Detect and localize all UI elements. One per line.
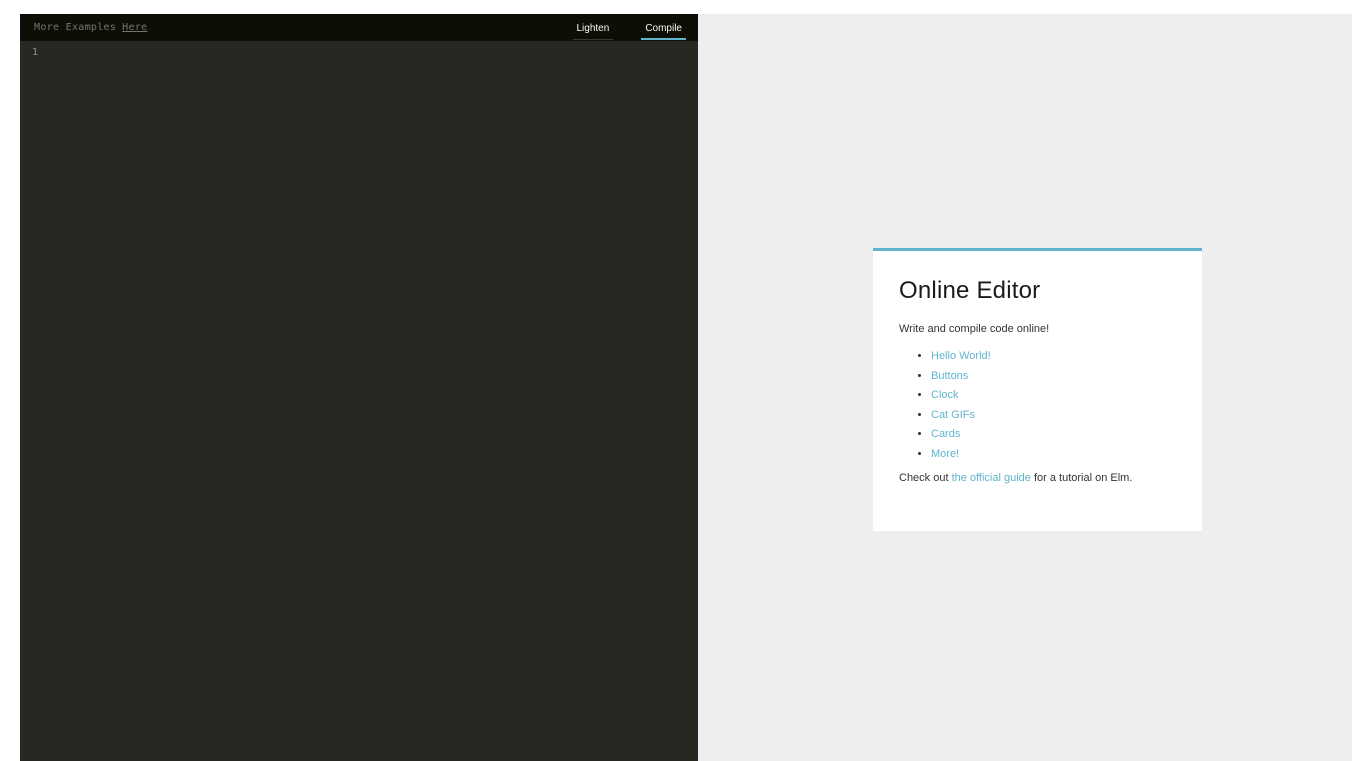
outro-text-before: Check out — [899, 472, 952, 484]
card-outro: Check out the official guide for a tutor… — [899, 472, 1176, 484]
list-item: More! — [931, 445, 1176, 465]
example-link-cards[interactable]: Cards — [931, 428, 960, 440]
lighten-button[interactable]: Lighten — [572, 14, 614, 41]
editor-actions: Lighten Compile — [572, 14, 686, 41]
welcome-card: Online Editor Write and compile code onl… — [873, 248, 1202, 531]
code-editor-pane: More Examples Here Lighten Compile 1 — [20, 14, 698, 761]
official-guide-link[interactable]: the official guide — [952, 472, 1031, 484]
app-frame: More Examples Here Lighten Compile 1 Onl… — [20, 14, 1352, 761]
line-number: 1 — [32, 47, 39, 58]
output-pane: Online Editor Write and compile code onl… — [698, 14, 1352, 761]
examples-hint: More Examples Here — [34, 22, 147, 33]
example-link-buttons[interactable]: Buttons — [931, 370, 968, 382]
example-link-more[interactable]: More! — [931, 448, 959, 460]
card-intro: Write and compile code online! — [899, 323, 1050, 335]
editor-header: More Examples Here Lighten Compile — [20, 14, 698, 41]
example-link-clock[interactable]: Clock — [931, 389, 959, 401]
outro-text-after: for a tutorial on Elm. — [1030, 472, 1133, 484]
example-link-hello-world[interactable]: Hello World! — [931, 350, 991, 362]
card-title: Online Editor — [899, 277, 1041, 304]
list-item: Hello World! — [931, 347, 1176, 367]
list-item: Cat GIFs — [931, 406, 1176, 426]
code-input-area[interactable]: 1 — [20, 41, 698, 761]
list-item: Buttons — [931, 367, 1176, 387]
list-item: Cards — [931, 425, 1176, 445]
compile-button[interactable]: Compile — [641, 14, 686, 41]
examples-hint-text: More Examples — [34, 22, 117, 33]
example-link-cat-gifs[interactable]: Cat GIFs — [931, 409, 975, 421]
examples-list: Hello World! Buttons Clock Cat GIFs Card… — [899, 347, 1176, 464]
examples-hint-link[interactable]: Here — [122, 22, 147, 33]
list-item: Clock — [931, 386, 1176, 406]
